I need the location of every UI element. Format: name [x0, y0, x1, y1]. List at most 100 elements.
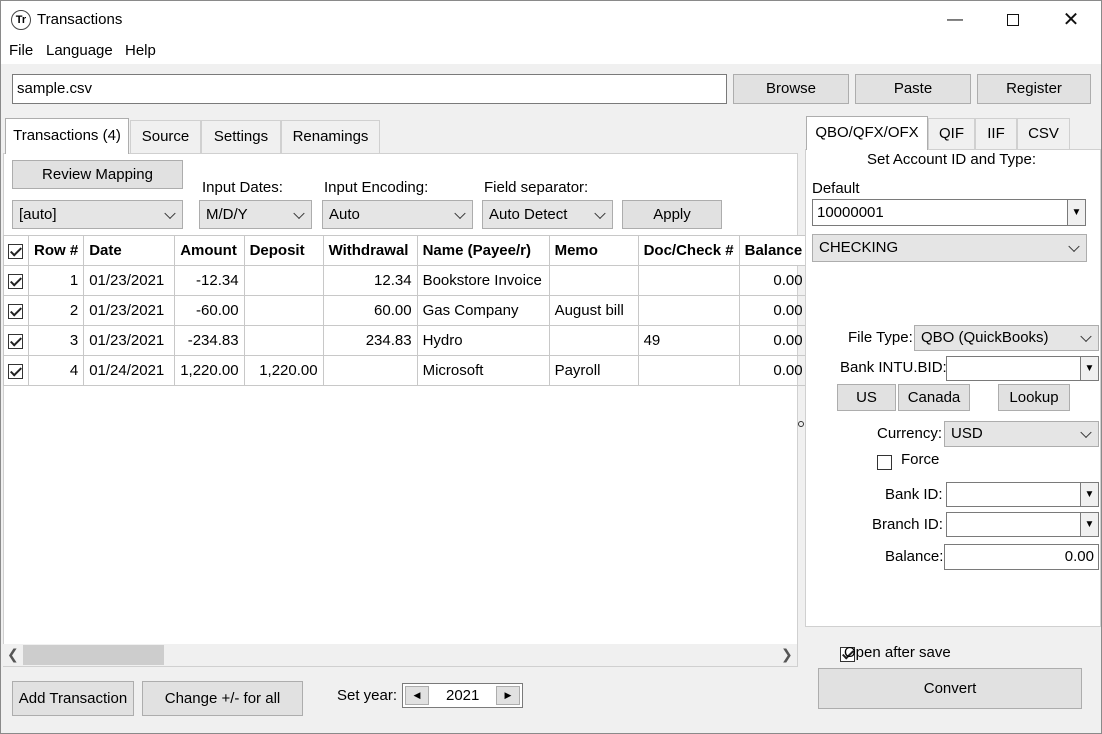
cell-name[interactable]: Bookstore Invoice [416, 265, 550, 296]
balance-input[interactable]: 0.00 [944, 544, 1099, 570]
header-withdrawal[interactable]: Withdrawal [322, 235, 418, 266]
header-deposit[interactable]: Deposit [243, 235, 324, 266]
browse-button[interactable]: Browse [733, 74, 849, 104]
header-date[interactable]: Date [83, 235, 176, 266]
currency-select[interactable]: USD [944, 421, 1099, 447]
splitter-handle-icon[interactable] [798, 421, 804, 427]
cell-date[interactable]: 01/23/2021 [83, 265, 176, 296]
header-memo[interactable]: Memo [548, 235, 639, 266]
tab-qif[interactable]: QIF [928, 118, 975, 149]
maximize-icon[interactable] [984, 1, 1042, 39]
horizontal-scrollbar[interactable]: ❮ ❯ [3, 644, 797, 666]
menu-help[interactable]: Help [125, 42, 156, 59]
bank-intu-dropdown-icon[interactable]: ▼ [1081, 356, 1099, 381]
cell-memo[interactable]: Payroll [548, 355, 639, 386]
register-button[interactable]: Register [977, 74, 1091, 104]
year-increment-icon[interactable]: ▶ [496, 686, 520, 705]
cell-withdrawal[interactable]: 12.34 [322, 265, 418, 296]
cell-memo[interactable] [548, 325, 639, 356]
review-mapping-button[interactable]: Review Mapping [12, 160, 183, 189]
cell-date[interactable]: 01/23/2021 [83, 325, 176, 356]
cell-row-num[interactable]: 4 [27, 355, 85, 386]
account-type-select[interactable]: CHECKING [812, 234, 1087, 262]
tab-iif[interactable]: IIF [975, 118, 1017, 149]
row-checkbox[interactable] [3, 325, 29, 356]
cell-deposit[interactable] [243, 295, 324, 326]
account-id-dropdown-icon[interactable]: ▼ [1068, 199, 1086, 226]
table-row[interactable]: 2 01/23/2021 -60.00 60.00 Gas Company Au… [3, 295, 809, 326]
cell-balance[interactable]: 0.00 [738, 355, 809, 386]
cell-memo[interactable] [548, 265, 639, 296]
cell-deposit[interactable]: 1,220.00 [243, 355, 324, 386]
scroll-left-icon[interactable]: ❮ [7, 646, 19, 663]
file-path-input[interactable]: sample.csv [12, 74, 727, 104]
cell-withdrawal[interactable] [322, 355, 418, 386]
cell-name[interactable]: Hydro [416, 325, 550, 356]
row-checkbox[interactable] [3, 265, 29, 296]
account-id-input[interactable]: 10000001 [812, 199, 1068, 226]
input-dates-select[interactable]: M/D/Y [199, 200, 312, 229]
cell-balance[interactable]: 0.00 [738, 265, 809, 296]
tab-renamings[interactable]: Renamings [281, 120, 380, 153]
input-encoding-select[interactable]: Auto [322, 200, 473, 229]
bank-id-dropdown-icon[interactable]: ▼ [1081, 482, 1099, 507]
close-icon[interactable]: ✕ [1042, 1, 1100, 39]
cell-deposit[interactable] [243, 325, 324, 356]
branch-id-dropdown-icon[interactable]: ▼ [1081, 512, 1099, 537]
table-row[interactable]: 4 01/24/2021 1,220.00 1,220.00 Microsoft… [3, 355, 809, 386]
apply-button[interactable]: Apply [622, 200, 722, 229]
tab-csv[interactable]: CSV [1017, 118, 1070, 149]
cell-amount[interactable]: 1,220.00 [174, 355, 245, 386]
row-checkbox[interactable] [3, 355, 29, 386]
us-button[interactable]: US [837, 384, 896, 411]
header-doc-check[interactable]: Doc/Check # [637, 235, 740, 266]
cell-date[interactable]: 01/24/2021 [83, 355, 176, 386]
change-sign-button[interactable]: Change +/- for all [142, 681, 303, 716]
year-spinner[interactable]: ◀ 2021 ▶ [402, 683, 523, 708]
convert-button[interactable]: Convert [818, 668, 1082, 709]
menu-language[interactable]: Language [46, 42, 113, 59]
cell-amount[interactable]: -60.00 [174, 295, 245, 326]
cell-amount[interactable]: -234.83 [174, 325, 245, 356]
cell-row-num[interactable]: 2 [27, 295, 85, 326]
cell-doc[interactable] [637, 265, 740, 296]
paste-button[interactable]: Paste [855, 74, 971, 104]
header-name[interactable]: Name (Payee/r) [416, 235, 550, 266]
lookup-button[interactable]: Lookup [998, 384, 1070, 411]
tab-qbo-qfx-ofx[interactable]: QBO/QFX/OFX [806, 116, 928, 150]
cell-balance[interactable]: 0.00 [738, 295, 809, 326]
year-decrement-icon[interactable]: ◀ [405, 686, 429, 705]
cell-memo[interactable]: August bill [548, 295, 639, 326]
minimize-icon[interactable]: — [926, 1, 984, 39]
cell-balance[interactable]: 0.00 [738, 325, 809, 356]
header-row-num[interactable]: Row # [27, 235, 85, 266]
cell-doc[interactable]: 49 [637, 325, 740, 356]
branch-id-input[interactable] [946, 512, 1081, 537]
cell-withdrawal[interactable]: 234.83 [322, 325, 418, 356]
table-row[interactable]: 1 01/23/2021 -12.34 12.34 Bookstore Invo… [3, 265, 809, 296]
cell-deposit[interactable] [243, 265, 324, 296]
year-value[interactable]: 2021 [446, 687, 479, 704]
select-all-checkbox[interactable] [3, 235, 29, 266]
bank-id-input[interactable] [946, 482, 1081, 507]
file-type-select[interactable]: QBO (QuickBooks) [914, 325, 1099, 351]
field-separator-select[interactable]: Auto Detect [482, 200, 613, 229]
cell-row-num[interactable]: 3 [27, 325, 85, 356]
table-row[interactable]: 3 01/23/2021 -234.83 234.83 Hydro 49 0.0… [3, 325, 809, 356]
menu-file[interactable]: File [9, 42, 33, 59]
cell-doc[interactable] [637, 355, 740, 386]
canada-button[interactable]: Canada [898, 384, 970, 411]
cell-doc[interactable] [637, 295, 740, 326]
header-amount[interactable]: Amount [174, 235, 245, 266]
header-balance[interactable]: Balance [738, 235, 809, 266]
cell-amount[interactable]: -12.34 [174, 265, 245, 296]
cell-name[interactable]: Gas Company [416, 295, 550, 326]
tab-transactions[interactable]: Transactions (4) [5, 118, 129, 154]
bank-intu-input[interactable] [946, 356, 1081, 381]
cell-withdrawal[interactable]: 60.00 [322, 295, 418, 326]
tab-source[interactable]: Source [130, 120, 201, 153]
add-transaction-button[interactable]: Add Transaction [12, 681, 134, 716]
row-checkbox[interactable] [3, 295, 29, 326]
tab-settings[interactable]: Settings [201, 120, 281, 153]
scroll-right-icon[interactable]: ❯ [781, 646, 793, 663]
